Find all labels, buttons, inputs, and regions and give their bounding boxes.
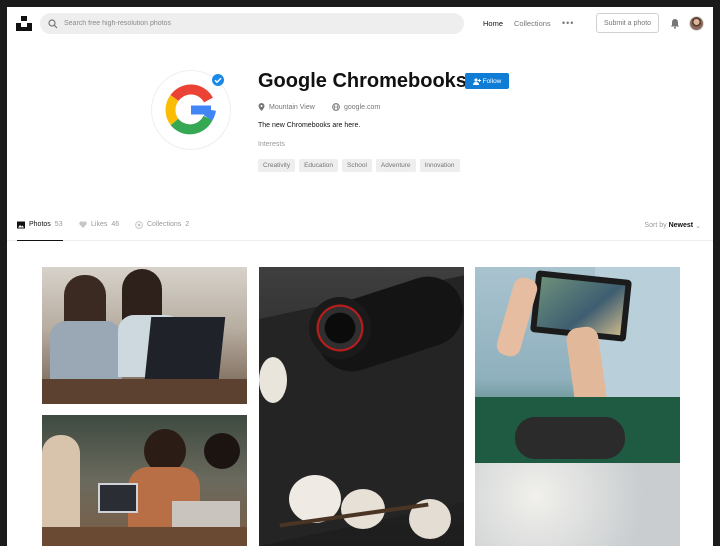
photo-detail xyxy=(98,483,138,513)
profile-location: Mountain View xyxy=(258,103,315,111)
chevron-down-icon: ⌄ xyxy=(695,223,701,230)
search-input[interactable] xyxy=(64,20,444,27)
tab-collections[interactable]: Collections 2 xyxy=(135,221,189,241)
google-g-logo-icon xyxy=(165,84,216,135)
location-text: Mountain View xyxy=(269,103,315,111)
location-pin-icon xyxy=(258,103,265,111)
tab-count: 2 xyxy=(185,221,190,228)
user-avatar[interactable] xyxy=(689,16,704,31)
tab-label: Collections xyxy=(147,221,182,228)
website-link[interactable]: google.com xyxy=(344,104,380,111)
follow-button[interactable]: Follow xyxy=(465,73,509,89)
photo-camera-chromebook[interactable] xyxy=(259,267,464,546)
notifications-bell-icon[interactable] xyxy=(670,18,680,29)
interest-tag[interactable]: Education xyxy=(299,159,339,172)
tab-label: Likes xyxy=(91,221,108,228)
photo-detail xyxy=(309,297,371,359)
tab-label: Photos xyxy=(29,221,51,228)
heart-icon xyxy=(79,221,87,228)
top-nav: Home Collections ••• Submit a photo xyxy=(7,7,713,41)
tab-count: 53 xyxy=(54,221,63,228)
sort-value: Newest xyxy=(668,222,694,229)
add-user-icon xyxy=(472,77,481,85)
image-icon xyxy=(17,221,25,229)
nav-collections-link[interactable]: Collections xyxy=(514,19,551,28)
search-icon xyxy=(48,18,58,28)
photo-women-laptop[interactable] xyxy=(42,267,247,404)
follow-label: Follow xyxy=(482,77,502,85)
photo-detail xyxy=(475,463,680,546)
interest-tag[interactable]: Innovation xyxy=(419,159,460,172)
profile-tabs: Photos 53 Likes 46 Collections 2 Sort by… xyxy=(7,217,713,241)
page: Home Collections ••• Submit a photo Goog… xyxy=(7,7,713,546)
interest-tags: Creativity Education School Adventure In… xyxy=(258,159,460,172)
tab-count: 46 xyxy=(111,221,120,228)
tab-likes[interactable]: Likes 46 xyxy=(79,221,119,241)
interests-label: Interests xyxy=(258,141,285,148)
search-bar[interactable] xyxy=(40,13,464,34)
photo-detail xyxy=(204,433,240,469)
photo-tablet-blanket[interactable] xyxy=(475,267,680,546)
nav-home-link[interactable]: Home xyxy=(483,19,503,28)
photo-detail xyxy=(50,321,122,381)
photo-detail xyxy=(42,379,247,404)
more-icon[interactable]: ••• xyxy=(562,18,574,28)
submit-photo-button[interactable]: Submit a photo xyxy=(596,13,659,33)
sort-prefix: Sort by xyxy=(644,222,667,229)
photo-detail xyxy=(259,357,287,403)
profile-bio: The new Chromebooks are here. xyxy=(258,122,361,129)
photo-detail xyxy=(144,317,226,379)
verified-badge-icon xyxy=(211,73,225,87)
interest-tag[interactable]: School xyxy=(342,159,372,172)
globe-icon xyxy=(332,103,340,111)
unsplash-logo-icon[interactable] xyxy=(16,15,32,31)
sort-dropdown[interactable]: Sort by Newest ⌄ xyxy=(644,222,701,230)
profile-website[interactable]: google.com xyxy=(332,103,380,111)
interest-tag[interactable]: Adventure xyxy=(375,159,416,172)
photo-detail xyxy=(515,417,625,459)
interest-tag[interactable]: Creativity xyxy=(258,159,296,172)
collections-icon xyxy=(135,221,143,229)
tab-photos[interactable]: Photos 53 xyxy=(17,221,63,241)
photo-detail xyxy=(42,527,247,546)
photo-friends-laptops[interactable] xyxy=(42,415,247,546)
profile-name: Google Chromebooks xyxy=(258,70,467,92)
